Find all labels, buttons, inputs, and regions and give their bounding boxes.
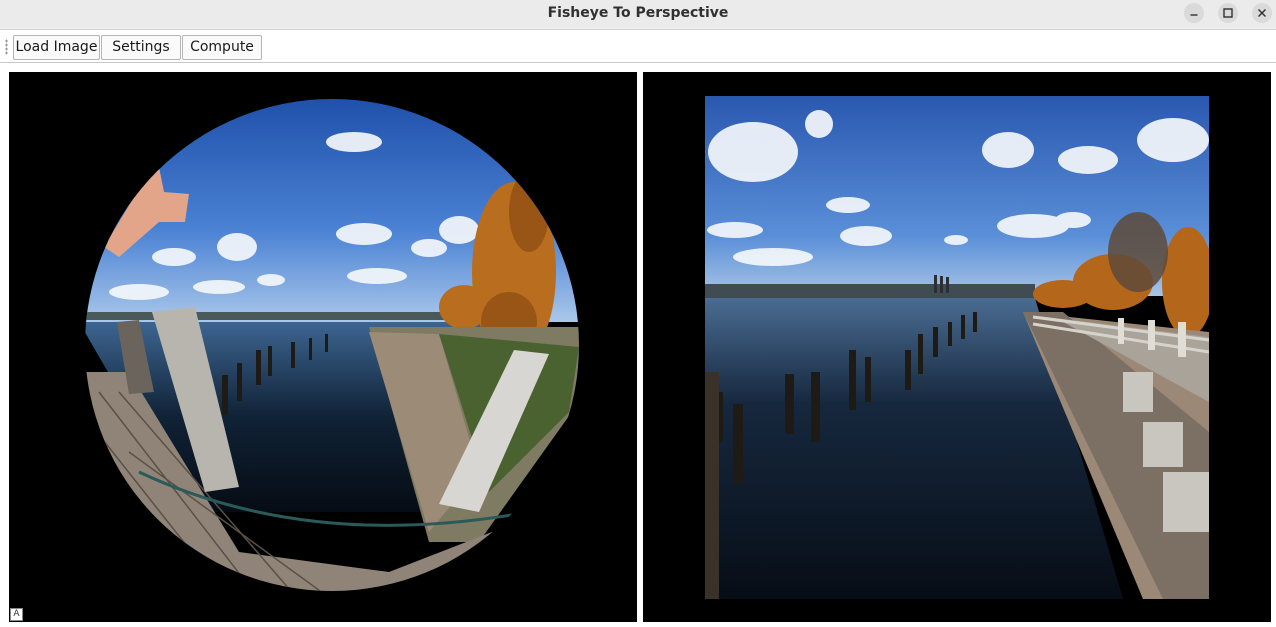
settings-button[interactable]: Settings [101,35,181,60]
perspective-image-panel [643,72,1271,622]
perspective-image [705,96,1209,599]
toolbar-grip-handle[interactable] [5,39,8,55]
window-title: Fisheye To Perspective [547,5,729,21]
maximize-icon [1223,8,1233,18]
title-bar[interactable]: Fisheye To Perspective [0,0,1276,30]
fisheye-image-panel [9,72,637,622]
close-button[interactable] [1252,3,1272,23]
minimize-button[interactable] [1184,3,1204,23]
minimize-icon [1190,14,1198,16]
load-image-button[interactable]: Load Image [13,35,100,60]
compute-button[interactable]: Compute [182,35,262,60]
app-window: Fisheye To Perspective Load Image Settin… [0,0,1276,627]
maximize-button[interactable] [1218,3,1238,23]
toolbar: Load Image Settings Compute [0,31,1276,63]
status-grip-icon[interactable]: A [10,608,23,621]
fisheye-image [85,99,579,591]
close-icon [1258,9,1266,17]
